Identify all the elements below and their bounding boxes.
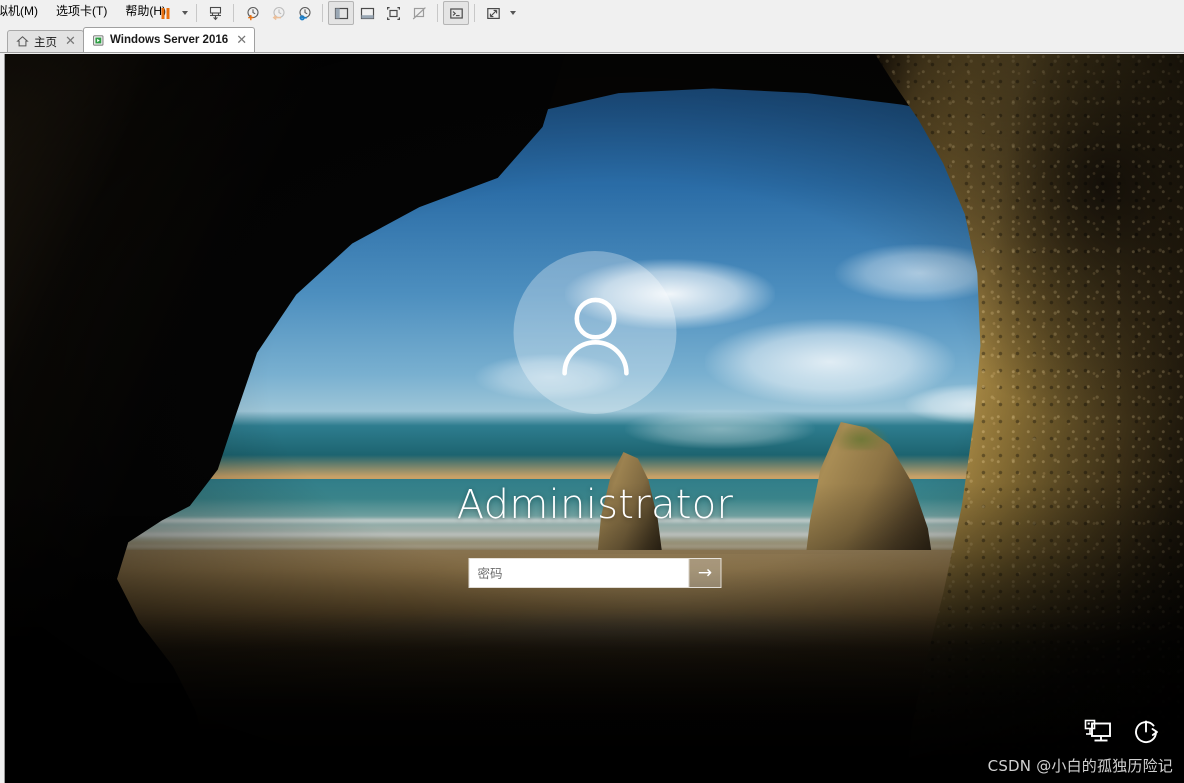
stretch-dropdown[interactable]: [506, 2, 519, 24]
password-row: →: [468, 558, 722, 588]
toolbar-separator: [437, 4, 438, 22]
console-view-button[interactable]: [443, 1, 469, 25]
tab-home-label: 主页: [34, 36, 57, 49]
send-ctrl-alt-del-button[interactable]: [202, 1, 228, 25]
stretch-icon: [486, 7, 500, 19]
fullscreen-icon: [386, 6, 400, 20]
send-keys-icon: [209, 6, 221, 20]
windows-lock-screen: Administrator →: [5, 54, 1184, 783]
power-icon[interactable]: [1131, 717, 1161, 747]
stretch-guest-button[interactable]: [480, 1, 506, 25]
thumbnail-bar-icon: [360, 7, 374, 19]
vmware-workstation-window: 拟机(M) 选项卡(T) 帮助(H) 主页 ✕ Windows Server 2…: [0, 0, 1184, 783]
toolbar-separator: [196, 4, 197, 22]
vm-icon: [93, 34, 104, 46]
password-input[interactable]: [469, 559, 689, 587]
revert-snapshot-button[interactable]: [265, 1, 291, 25]
avatar: [513, 251, 677, 414]
toolbar: [0, 0, 1184, 26]
network-glyph: [1084, 719, 1111, 742]
pause-icon: [161, 7, 169, 19]
library-panel-icon: [334, 7, 348, 19]
toolbar-separator: [474, 4, 475, 22]
tab-windows-server-2016[interactable]: Windows Server 2016 ✕: [83, 27, 256, 52]
suspend-dropdown[interactable]: [178, 2, 191, 24]
suspend-button[interactable]: [152, 1, 178, 25]
snapshot-manager-icon: [298, 6, 311, 20]
toolbar-separator: [322, 4, 323, 22]
console-icon: [449, 7, 463, 19]
vm-console[interactable]: Administrator →: [4, 54, 1184, 783]
toolbar-separator: [233, 4, 234, 22]
network-icon[interactable]: [1083, 717, 1113, 747]
snapshot-add-icon: [246, 6, 259, 20]
power-glyph: [1134, 720, 1158, 744]
watermark: CSDN @小白的孤独历险记: [987, 757, 1173, 775]
tab-home[interactable]: 主页 ✕: [7, 30, 84, 52]
snapshot-revert-icon: [272, 6, 285, 20]
tab-windows-server-2016-close-icon[interactable]: ✕: [235, 34, 248, 47]
password-submit-button[interactable]: →: [688, 559, 721, 587]
take-snapshot-button[interactable]: [239, 1, 265, 25]
toolbar-left-spacer: [0, 13, 152, 14]
show-thumbnail-bar-button[interactable]: [354, 1, 380, 25]
system-icons: [1083, 717, 1161, 747]
show-library-button[interactable]: [328, 1, 354, 25]
username-label: Administrator: [456, 482, 734, 528]
window-chrome: 拟机(M) 选项卡(T) 帮助(H) 主页 ✕ Windows Server 2…: [0, 0, 1184, 53]
tab-strip: 主页 ✕ Windows Server 2016 ✕: [0, 27, 1184, 53]
tab-home-close-icon[interactable]: ✕: [64, 35, 77, 48]
login-panel: Administrator →: [5, 54, 1184, 783]
snapshot-manager-button[interactable]: [291, 1, 317, 25]
user-avatar-icon: [561, 297, 629, 376]
tab-windows-server-2016-label: Windows Server 2016: [110, 34, 229, 46]
unity-mode-icon: [412, 6, 426, 19]
fullscreen-button[interactable]: [380, 1, 406, 25]
unity-mode-button[interactable]: [406, 1, 432, 25]
home-icon: [16, 36, 29, 47]
